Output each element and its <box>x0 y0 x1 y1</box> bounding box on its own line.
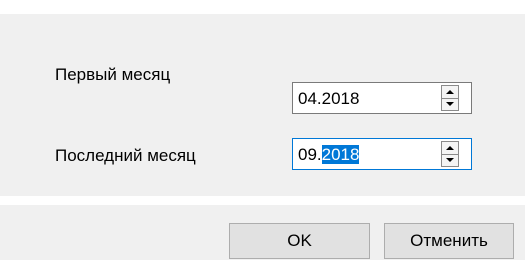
ok-button[interactable]: OK <box>229 223 370 259</box>
last-month-value-month: 09. <box>298 145 322 164</box>
first-month-spinbox[interactable]: 04.2018 <box>292 82 472 114</box>
last-month-label: Последний месяц <box>55 146 196 165</box>
triangle-up-icon <box>446 146 454 150</box>
last-month-value-year-selected: 2018 <box>321 145 360 164</box>
top-strip <box>0 0 525 14</box>
first-month-decrement-button[interactable] <box>442 98 458 110</box>
triangle-down-icon <box>446 102 454 106</box>
last-month-spinbox[interactable]: 09.2018 <box>292 138 472 170</box>
cancel-button[interactable]: Отменить <box>384 223 514 259</box>
last-month-value[interactable]: 09.2018 <box>298 145 360 165</box>
first-month-value[interactable]: 04.2018 <box>298 89 359 109</box>
last-month-spin-buttons <box>441 141 459 167</box>
triangle-down-icon <box>446 158 454 162</box>
first-month-spin-buttons <box>441 85 459 111</box>
last-month-decrement-button[interactable] <box>442 154 458 166</box>
triangle-up-icon <box>446 90 454 94</box>
first-month-label: Первый месяц <box>55 65 171 84</box>
panel-separator <box>0 196 525 205</box>
